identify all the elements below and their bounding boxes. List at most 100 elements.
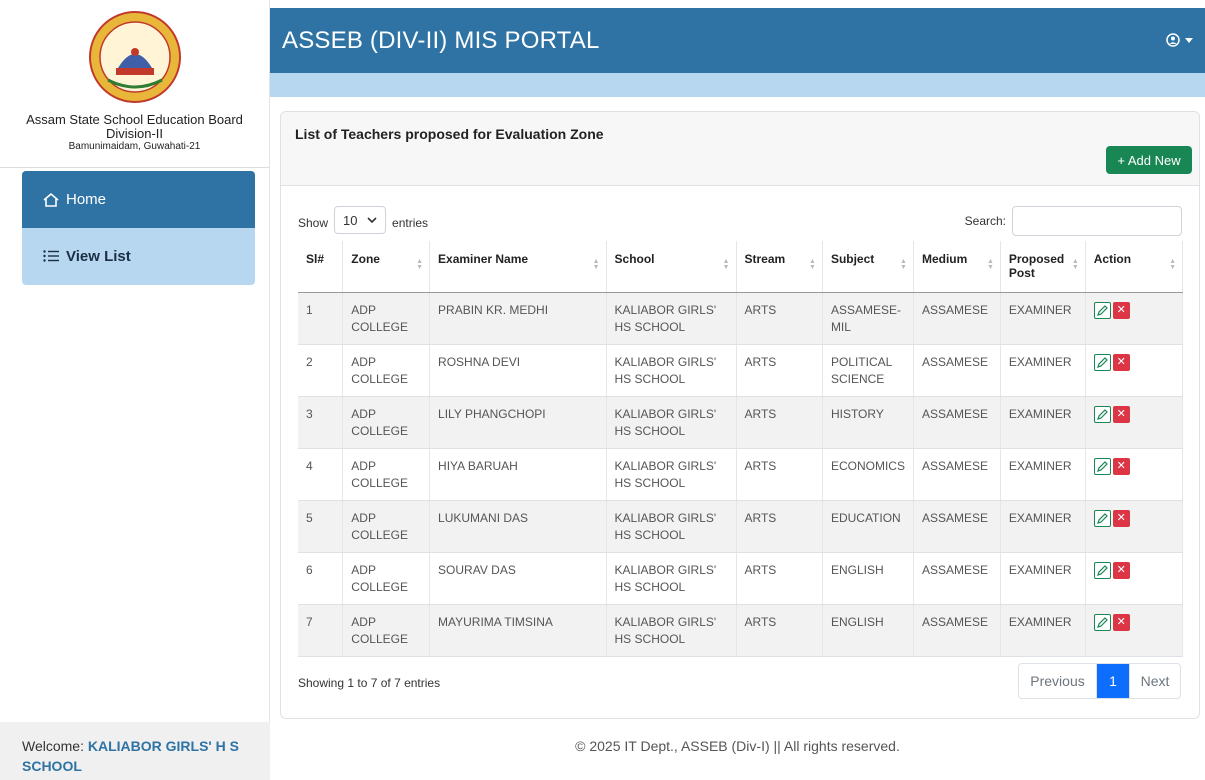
- cell-name: ROSHNA DEVI: [429, 344, 607, 397]
- add-new-button[interactable]: + Add New: [1106, 146, 1192, 174]
- cell-zone: ADP COLLEGE: [342, 292, 431, 345]
- edit-icon[interactable]: [1093, 353, 1111, 371]
- card-title: List of Teachers proposed for Evaluation…: [295, 126, 604, 142]
- table-row: 4 ADP COLLEGE HIYA BARUAH KALIABOR GIRLS' H…: [298, 448, 1184, 501]
- table-row: 7 ADP COLLEGE MAYURIMA TIMSINA KALIABOR GIR…: [298, 604, 1184, 657]
- edit-icon[interactable]: [1093, 405, 1111, 423]
- cell-stream: ARTS: [736, 344, 823, 397]
- cell-post: EXAMINER: [1000, 396, 1086, 449]
- sidebar-item-label: View List: [66, 248, 131, 265]
- cell-school: KALIABOR GIRLS' HS SCHOOL: [606, 604, 737, 657]
- sort-icon: ▲ ▼: [1169, 258, 1176, 271]
- cell-sl: 7: [298, 604, 344, 657]
- column-header[interactable]: Sl#: [298, 241, 344, 293]
- cell-action: ✕: [1085, 500, 1184, 553]
- cell-medium: ASSAMESE: [913, 396, 1001, 449]
- page-length-value: 10: [343, 212, 358, 228]
- sort-icon: ▲ ▼: [722, 258, 730, 271]
- user-menu-dropdown[interactable]: [1166, 33, 1193, 47]
- column-header[interactable]: Action ▲ ▼: [1085, 241, 1184, 293]
- sidebar-item-label: Home: [66, 191, 107, 208]
- delete-icon[interactable]: ✕: [1112, 301, 1130, 319]
- cell-zone: ADP COLLEGE: [342, 552, 431, 605]
- cell-action: ✕: [1085, 604, 1184, 657]
- edit-icon[interactable]: [1093, 613, 1111, 631]
- cell-stream: ARTS: [736, 500, 823, 553]
- list-icon: [43, 250, 59, 262]
- table-row: 1 ADP COLLEGE PRABIN KR. MEDHI KALIABOR GIR…: [298, 292, 1184, 345]
- delete-icon[interactable]: ✕: [1112, 613, 1130, 631]
- pagination-previous[interactable]: Previous: [1019, 664, 1097, 698]
- search-input[interactable]: [1012, 206, 1182, 236]
- user-circle-icon: [1166, 33, 1180, 47]
- cell-medium: ASSAMESE: [913, 448, 1001, 501]
- delete-icon[interactable]: ✕: [1112, 353, 1130, 371]
- brand-division: Division-II: [105, 126, 164, 141]
- edit-icon[interactable]: [1093, 301, 1111, 319]
- column-header[interactable]: Proposed Post ▲ ▼: [1000, 241, 1086, 293]
- cell-zone: ADP COLLEGE: [342, 344, 431, 397]
- column-header-label: Action: [1093, 252, 1132, 266]
- cell-school: KALIABOR GIRLS' HS SCHOOL: [606, 500, 737, 553]
- cell-action: ✕: [1085, 344, 1184, 397]
- column-header[interactable]: Medium ▲ ▼: [913, 241, 1001, 293]
- table-row: 3 ADP COLLEGE LILY PHANGCHOPI KALIABOR GIRL…: [298, 396, 1184, 449]
- column-header[interactable]: Stream ▲ ▼: [736, 241, 823, 293]
- cell-medium: ASSAMESE: [913, 344, 1001, 397]
- teachers-card: List of Teachers proposed for Evaluation…: [280, 111, 1200, 719]
- cell-name: PRABIN KR. MEDHI: [429, 292, 607, 345]
- show-label: Show: [298, 216, 329, 230]
- search-control: Search:: [965, 206, 1182, 236]
- sub-header-bar: [270, 73, 1205, 97]
- edit-icon[interactable]: [1093, 457, 1111, 475]
- column-header[interactable]: Examiner Name ▲ ▼: [429, 241, 607, 293]
- cell-sl: 5: [298, 500, 344, 553]
- cell-post: EXAMINER: [1000, 604, 1086, 657]
- cell-subject: HISTORY: [822, 396, 914, 449]
- delete-icon[interactable]: ✕: [1112, 405, 1130, 423]
- cell-subject: ASSAMESE-MIL: [822, 292, 914, 345]
- table-header-row: Sl# Zone ▲ ▼ Examiner Name ▲ ▼ School ▲ ▼ Stream ▲ ▼…: [298, 241, 1184, 293]
- cell-medium: ASSAMESE: [913, 500, 1001, 553]
- edit-icon[interactable]: [1093, 509, 1111, 527]
- cell-sl: 2: [298, 344, 344, 397]
- cell-name: MAYURIMA TIMSINA: [429, 604, 607, 657]
- table-row: 2 ADP COLLEGE ROSHNA DEVI KALIABOR GIRLS' H…: [298, 344, 1184, 397]
- cell-zone: ADP COLLEGE: [342, 500, 431, 553]
- sidebar-item-home[interactable]: Home: [22, 171, 255, 228]
- page-length-select[interactable]: 10: [334, 206, 387, 234]
- search-label: Search:: [964, 214, 1006, 228]
- sidebar-menu: Home View List: [22, 171, 255, 285]
- column-header-label: Subject: [830, 252, 875, 266]
- cell-sl: 3: [298, 396, 344, 449]
- cell-stream: ARTS: [736, 604, 823, 657]
- pagination-next[interactable]: Next: [1129, 664, 1180, 698]
- delete-icon[interactable]: ✕: [1112, 561, 1130, 579]
- sort-icon: ▲ ▼: [416, 258, 424, 271]
- cell-medium: ASSAMESE: [913, 604, 1001, 657]
- delete-icon[interactable]: ✕: [1112, 509, 1130, 527]
- cell-sl: 4: [298, 448, 344, 501]
- column-header[interactable]: Subject ▲ ▼: [822, 241, 914, 293]
- cell-medium: ASSAMESE: [913, 552, 1001, 605]
- cell-stream: ARTS: [736, 448, 823, 501]
- cell-school: KALIABOR GIRLS' HS SCHOOL: [606, 396, 737, 449]
- sort-icon: ▲ ▼: [809, 258, 816, 271]
- column-header[interactable]: Zone ▲ ▼: [342, 241, 431, 293]
- pagination-page-1[interactable]: 1: [1097, 664, 1129, 698]
- cell-school: KALIABOR GIRLS' HS SCHOOL: [606, 292, 737, 345]
- cell-sl: 6: [298, 552, 344, 605]
- edit-icon[interactable]: [1093, 561, 1111, 579]
- page-title: ASSEB (DIV-II) MIS PORTAL: [282, 27, 600, 54]
- sort-icon: ▲ ▼: [592, 258, 600, 271]
- delete-icon[interactable]: ✕: [1112, 457, 1130, 475]
- column-header[interactable]: School ▲ ▼: [606, 241, 737, 293]
- card-header: List of Teachers proposed for Evaluation…: [281, 112, 1199, 186]
- cell-zone: ADP COLLEGE: [342, 396, 431, 449]
- cell-school: KALIABOR GIRLS' HS SCHOOL: [606, 552, 737, 605]
- entries-label: entries: [392, 216, 429, 230]
- cell-zone: ADP COLLEGE: [342, 448, 431, 501]
- footer: © 2025 IT Dept., ASSEB (Div-I) || All ri…: [575, 738, 900, 754]
- pagination: Previous 1 Next: [1018, 663, 1181, 699]
- sidebar-item-view-list[interactable]: View List: [22, 228, 255, 285]
